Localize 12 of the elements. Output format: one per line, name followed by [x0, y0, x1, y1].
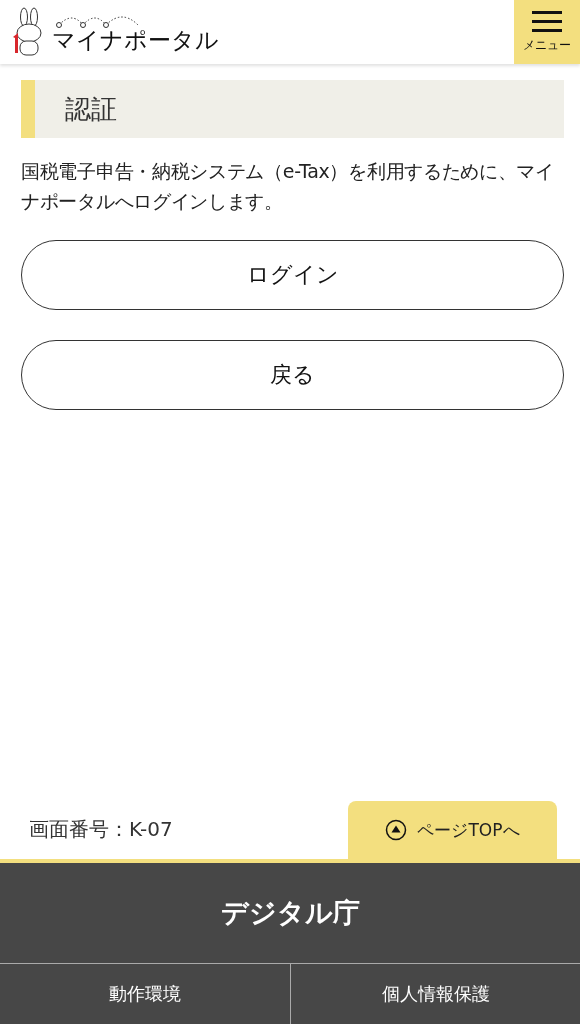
menu-button[interactable]: メニュー — [514, 0, 580, 64]
description-text: 国税電子申告・納税システム（e-Tax）を利用するために、マイナポータルへログインします。 — [21, 159, 555, 214]
footer-link[interactable]: 個人情報保護 — [290, 964, 580, 1024]
menu-icon — [532, 10, 562, 33]
footer-title: デジタル庁 — [0, 863, 580, 964]
page-top-button[interactable]: ページTOPへ — [348, 801, 557, 859]
screen-number: 画面番号：K-07 — [29, 816, 173, 843]
section-heading: 認証 — [21, 80, 564, 138]
login-button[interactable]: ログイン — [21, 240, 564, 310]
footer-link[interactable]: 動作環境 — [0, 964, 290, 1024]
logo-text[interactable]: マイナポータル — [52, 28, 219, 52]
back-button[interactable]: 戻る — [21, 340, 564, 410]
